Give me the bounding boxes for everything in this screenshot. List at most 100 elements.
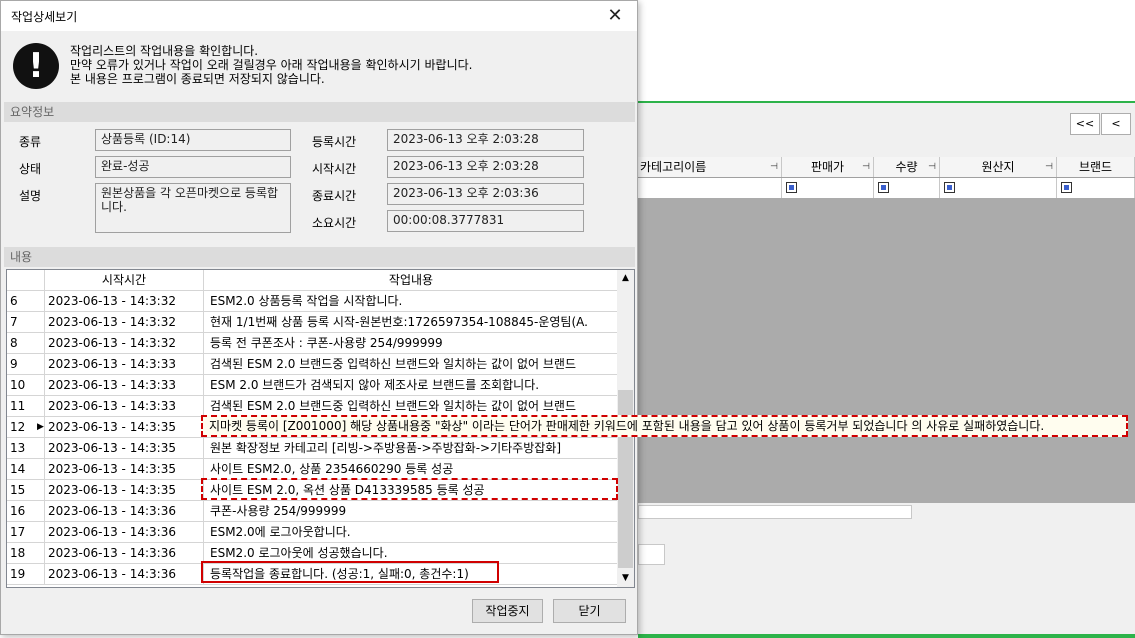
table-row[interactable]: 19 2023-06-13 - 14:3:36 등록작업을 종료합니다. (성공:1… [7, 564, 618, 585]
vertical-scrollbar[interactable]: ▲ ▼ [617, 270, 634, 587]
row-time: 2023-06-13 - 14:3:33 [45, 354, 204, 374]
row-indicator-icon: ▶ [37, 422, 44, 432]
column-header-brand[interactable]: 브랜드 [1057, 157, 1135, 177]
horizontal-scrollbar[interactable] [638, 503, 1135, 521]
row-number: 14 [7, 459, 45, 479]
pin-icon[interactable]: ⊣ [928, 157, 936, 177]
table-row[interactable]: 12 ▶ 2023-06-13 - 14:3:35 [7, 417, 618, 438]
row-message: 검색된 ESM 2.0 브랜드중 입력하신 브랜드와 일치하는 값이 없어 브랜… [210, 357, 577, 371]
row-message: ESM2.0에 로그아웃합니다. [210, 525, 351, 539]
close-button[interactable]: 닫기 [553, 599, 626, 623]
start-time-field: 2023-06-13 오후 2:03:28 [387, 156, 584, 178]
row-time: 2023-06-13 - 14:3:36 [45, 501, 204, 521]
column-header-time[interactable]: 시작시간 [45, 270, 204, 290]
table-row[interactable]: 10 2023-06-13 - 14:3:33 ESM 2.0 브랜드가 검색되지 … [7, 375, 618, 396]
column-header-content[interactable]: 작업내용 [204, 270, 618, 290]
table-row[interactable]: 13 2023-06-13 - 14:3:35 원본 확장정보 카테고리 [리빙->… [7, 438, 618, 459]
description-label: 설명 [19, 189, 42, 203]
row-number: 11 [7, 396, 45, 416]
scroll-thumb[interactable] [618, 390, 633, 568]
dialog-title: 작업상세보기 [11, 10, 78, 24]
table-row[interactable]: 8 2023-06-13 - 14:3:32 등록 전 쿠폰조사 : 쿠폰-사용량 … [7, 333, 618, 354]
end-time-field: 2023-06-13 오후 2:03:36 [387, 183, 584, 205]
row-time: 2023-06-13 - 14:3:35 [45, 459, 204, 479]
column-header-origin[interactable]: 원산지 ⊣ [940, 157, 1057, 177]
column-label: 수량 [895, 160, 918, 174]
row-number: 9 [7, 354, 45, 374]
pin-icon[interactable]: ⊣ [862, 157, 870, 177]
scroll-down-icon[interactable]: ▼ [617, 570, 634, 587]
grid-cell[interactable] [782, 178, 874, 198]
info-message: 작업리스트의 작업내용을 확인합니다. [70, 44, 259, 58]
column-header-quantity[interactable]: 수량 ⊣ [874, 157, 940, 177]
row-number: 13 [7, 438, 45, 458]
grid-cell[interactable] [1057, 178, 1135, 198]
row-number: 10 [7, 375, 45, 395]
checkbox-icon[interactable] [1061, 182, 1072, 193]
checkbox-icon[interactable] [878, 182, 889, 193]
type-field: 상품등록 (ID:14) [95, 129, 291, 151]
row-message: 등록 전 쿠폰조사 : 쿠폰-사용량 254/999999 [210, 336, 443, 350]
grid-header: 카테고리이름 ⊣ 판매가 ⊣ 수량 ⊣ 원산지 ⊣ 브랜드 [638, 157, 1135, 178]
column-label: 브랜드 [1078, 160, 1113, 174]
table-row[interactable]: 7 2023-06-13 - 14:3:32 현재 1/1번째 상품 등록 시작-원… [7, 312, 618, 333]
reg-time-label: 등록시간 [312, 135, 357, 149]
table-row[interactable]: 17 2023-06-13 - 14:3:36 ESM2.0에 로그아웃합니다. [7, 522, 618, 543]
row-number: 12 ▶ [7, 417, 45, 437]
row-time: 2023-06-13 - 14:3:32 [45, 312, 204, 332]
table-row[interactable]: 6 2023-06-13 - 14:3:32 ESM2.0 상품등록 작업을 시작합… [7, 291, 618, 312]
row-message: 사이트 ESM 2.0, 옥션 상품 D413339585 등록 성공 [210, 483, 485, 497]
list-header: 시작시간 작업내용 [7, 270, 618, 291]
row-message [204, 417, 618, 437]
table-row[interactable]: 16 2023-06-13 - 14:3:36 쿠폰-사용량 254/999999 [7, 501, 618, 522]
close-icon[interactable]: ✕ [593, 1, 637, 31]
grid-cell[interactable] [940, 178, 1057, 198]
row-number: 8 [7, 333, 45, 353]
row-time: 2023-06-13 - 14:3:36 [45, 522, 204, 542]
end-time-label: 종료시간 [312, 189, 357, 203]
grid-cell[interactable] [874, 178, 940, 198]
reg-time-field: 2023-06-13 오후 2:03:28 [387, 129, 584, 151]
elapsed-field: 00:00:08.3777831 [387, 210, 584, 232]
table-row[interactable]: 15 2023-06-13 - 14:3:35 사이트 ESM 2.0, 옥션 상품… [7, 480, 618, 501]
table-row[interactable]: 9 2023-06-13 - 14:3:33 검색된 ESM 2.0 브랜드중 입력… [7, 354, 618, 375]
row-number: 18 [7, 543, 45, 563]
pin-icon[interactable]: ⊣ [1045, 157, 1053, 177]
table-row[interactable]: 14 2023-06-13 - 14:3:35 사이트 ESM2.0, 상품 235… [7, 459, 618, 480]
row-time: 2023-06-13 - 14:3:35 [45, 480, 204, 500]
row-number: 7 [7, 312, 45, 332]
prev-page-button[interactable]: < [1101, 113, 1131, 135]
row-time: 2023-06-13 - 14:3:33 [45, 375, 204, 395]
column-label: 원산지 [981, 160, 1015, 174]
row-time: 2023-06-13 - 14:3:36 [45, 564, 204, 584]
grid-row[interactable] [638, 178, 1135, 198]
pin-icon[interactable]: ⊣ [770, 157, 778, 177]
column-header-category[interactable]: 카테고리이름 ⊣ [638, 157, 782, 177]
accent-line [638, 634, 1135, 638]
checkbox-icon[interactable] [786, 182, 797, 193]
row-time: 2023-06-13 - 14:3:33 [45, 396, 204, 416]
stop-task-button[interactable]: 작업중지 [472, 599, 543, 623]
table-row[interactable]: 11 2023-06-13 - 14:3:33 검색된 ESM 2.0 브랜드중 입… [7, 396, 618, 417]
column-header-num[interactable] [7, 270, 45, 290]
row-time: 2023-06-13 - 14:3:36 [45, 543, 204, 563]
background-input[interactable] [638, 544, 665, 565]
row-message: ESM 2.0 브랜드가 검색되지 않아 제조사로 브랜드를 조회합니다. [210, 378, 540, 392]
row-message: 현재 1/1번째 상품 등록 시작-원본번호:1726597354-108845… [210, 315, 588, 329]
row-message: ESM2.0 상품등록 작업을 시작합니다. [210, 294, 403, 308]
row-number: 6 [7, 291, 45, 311]
first-page-button[interactable]: << [1070, 113, 1100, 135]
task-detail-dialog: 작업상세보기 ✕ ! 작업리스트의 작업내용을 확인합니다. 만약 오류가 있거… [0, 0, 638, 635]
row-message: ESM2.0 로그아웃에 성공했습니다. [210, 546, 388, 560]
task-log-list[interactable]: 시작시간 작업내용 6 2023-06-13 - 14:3:32 ESM2.0 상품… [6, 269, 635, 588]
row-number: 15 [7, 480, 45, 500]
scroll-up-icon[interactable]: ▲ [617, 270, 634, 287]
column-header-price[interactable]: 판매가 ⊣ [782, 157, 874, 177]
row-time: 2023-06-13 - 14:3:32 [45, 333, 204, 353]
log-rows: 6 2023-06-13 - 14:3:32 ESM2.0 상품등록 작업을 시작합… [7, 291, 618, 585]
grid-cell [638, 178, 782, 198]
table-row[interactable]: 18 2023-06-13 - 14:3:36 ESM2.0 로그아웃에 성공했습니… [7, 543, 618, 564]
info-message: 본 내용은 프로그램이 종료되면 저장되지 않습니다. [70, 72, 325, 86]
scroll-thumb[interactable] [638, 505, 912, 519]
checkbox-icon[interactable] [944, 182, 955, 193]
